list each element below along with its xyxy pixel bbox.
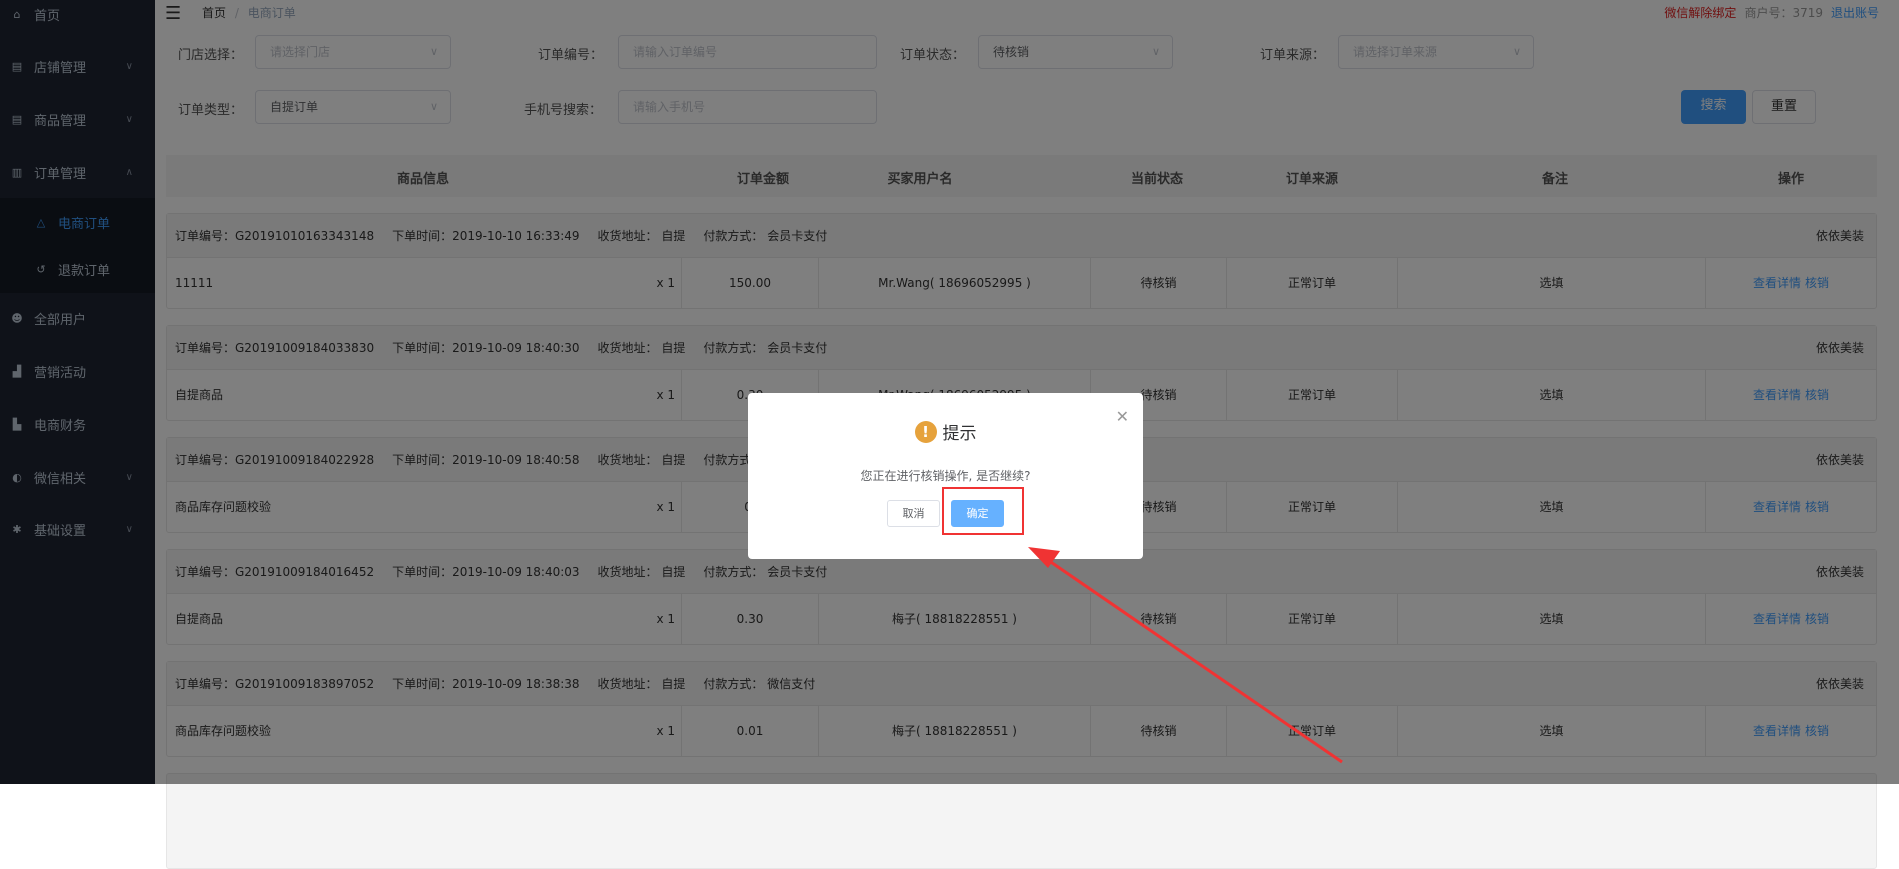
annotation-arrow <box>1028 547 1343 764</box>
order-card <box>166 773 1877 869</box>
